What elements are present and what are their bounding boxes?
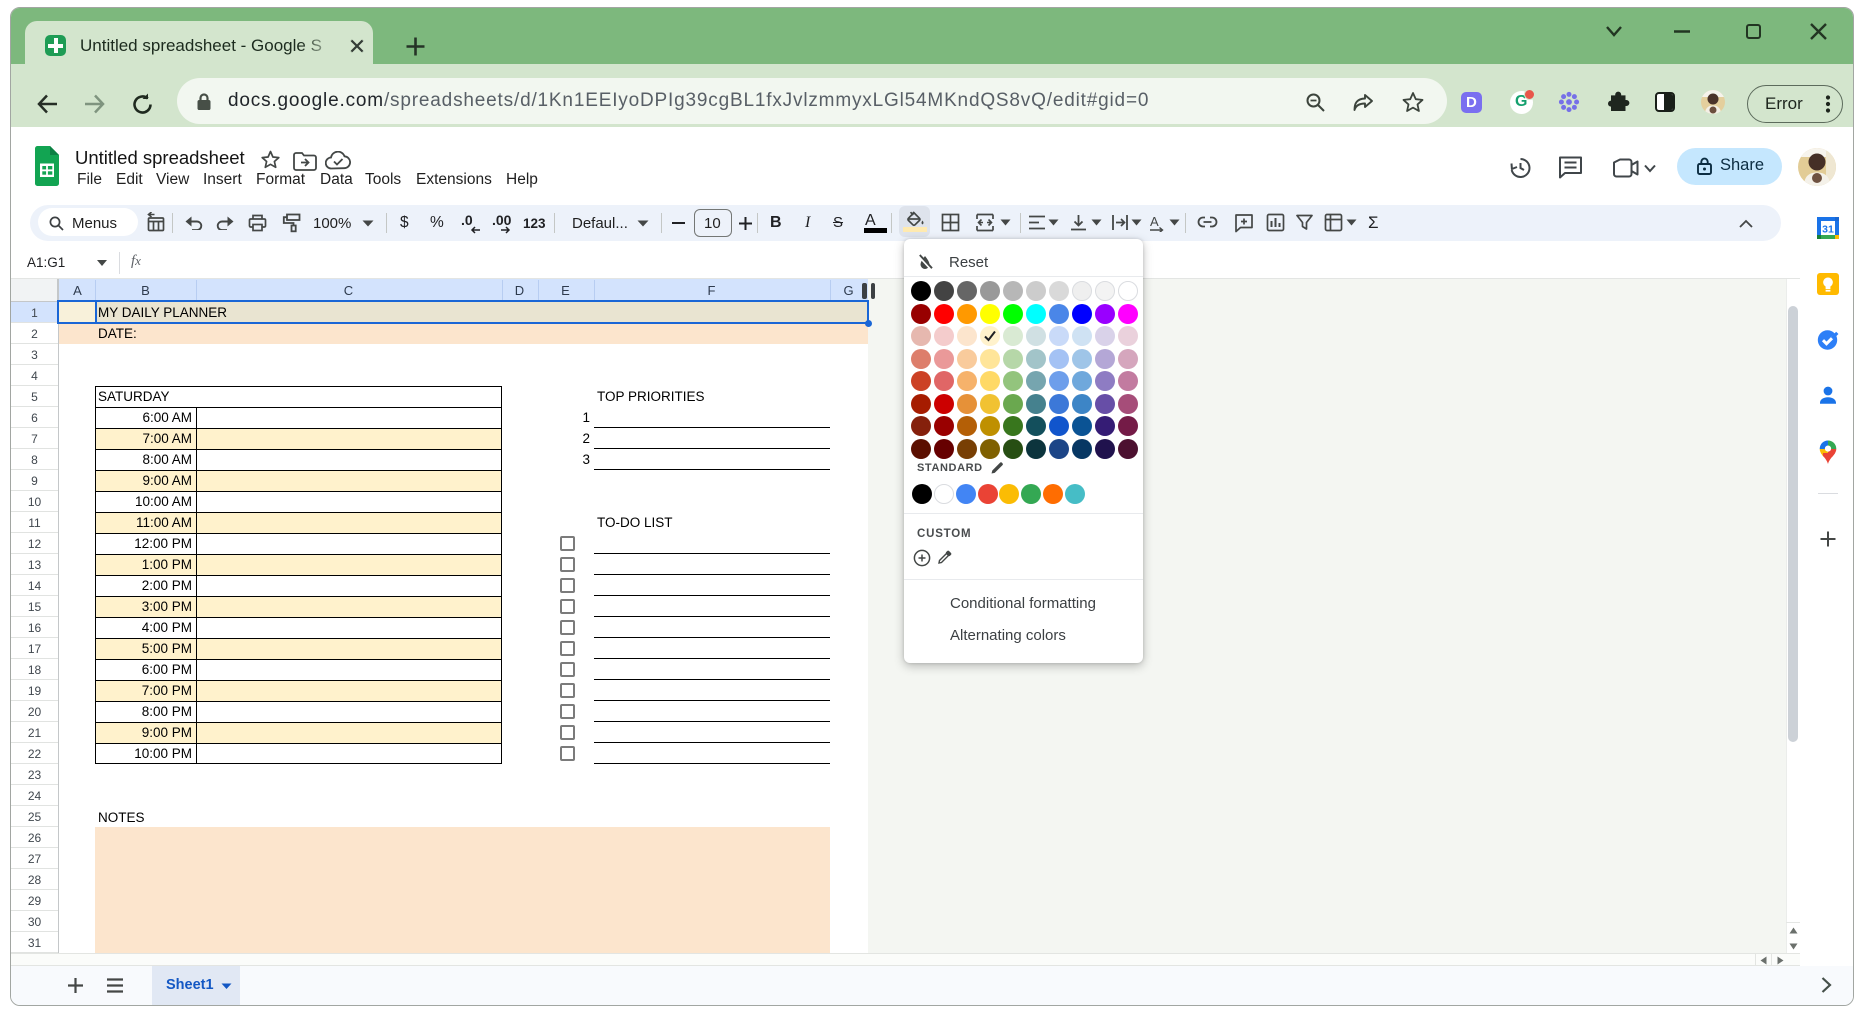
svg-text:A: A — [1150, 214, 1159, 229]
svg-text:31: 31 — [1822, 224, 1834, 236]
